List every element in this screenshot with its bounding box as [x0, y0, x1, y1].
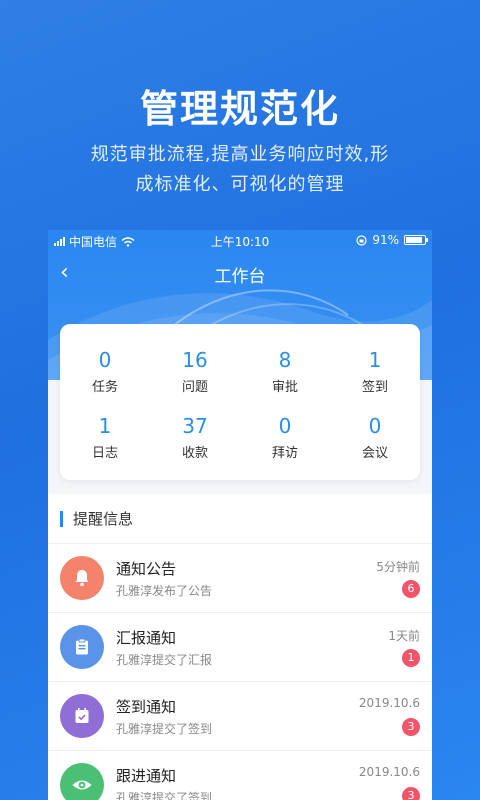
stat-value: 1	[98, 413, 112, 438]
rotation-lock-icon	[356, 234, 367, 246]
stat-label: 问题	[181, 379, 208, 395]
unread-badge: 3	[402, 718, 420, 736]
item-desc: 孔雅淳提交了签到	[116, 791, 213, 800]
item-title: 跟进通知	[116, 767, 177, 785]
nav-title: 工作台	[214, 267, 266, 287]
nav-bar: ‹ 工作台	[48, 256, 432, 290]
phone-screen: 中国电信 上午10:10 91% ‹ 工作台 0 任务 16 问题 8 审批 1…	[48, 230, 432, 800]
reminder-section: 提醒信息 通知公告 孔雅淳发布了公告 5分钟前 6 汇报通知 孔雅淳提交了汇报 …	[48, 494, 432, 800]
stat-checkins[interactable]: 1 签到	[330, 338, 420, 404]
stat-issues[interactable]: 16 问题	[150, 338, 240, 404]
hero-subtitle-line1: 规范审批流程,提高业务响应时效,形	[90, 144, 390, 165]
stat-label: 任务	[91, 379, 118, 395]
unread-badge: 1	[402, 649, 420, 667]
battery-icon	[404, 235, 428, 245]
stat-value: 0	[368, 413, 382, 438]
stat-label: 签到	[361, 379, 388, 395]
stat-value: 37	[182, 413, 208, 438]
stat-meetings[interactable]: 0 会议	[330, 404, 420, 470]
clipboard-icon	[76, 638, 88, 655]
item-icon-circle	[60, 625, 104, 669]
item-desc: 孔雅淳提交了汇报	[116, 653, 213, 667]
item-desc: 孔雅淳提交了签到	[116, 722, 213, 736]
list-item[interactable]: 汇报通知 孔雅淳提交了汇报 1天前 1	[48, 613, 432, 682]
stat-approvals[interactable]: 8 审批	[240, 338, 330, 404]
calendar-check-icon	[75, 708, 89, 723]
item-time: 1天前	[388, 629, 420, 643]
stat-value: 16	[182, 347, 208, 372]
stat-logs[interactable]: 1 日志	[60, 404, 150, 470]
stat-label: 会议	[361, 445, 388, 461]
section-title: 提醒信息	[73, 510, 134, 528]
hero-subtitle: 规范审批流程,提高业务响应时效,形 成标准化、可视化的管理	[60, 140, 420, 200]
stat-value: 0	[98, 347, 112, 372]
item-title: 汇报通知	[116, 629, 177, 647]
stat-tasks[interactable]: 0 任务	[60, 338, 150, 404]
bell-icon	[75, 570, 89, 587]
stat-label: 收款	[181, 445, 208, 461]
stat-value: 0	[278, 413, 292, 438]
eye-icon	[72, 780, 92, 790]
stat-value: 8	[278, 347, 292, 372]
unread-badge: 6	[402, 580, 420, 598]
stat-visits[interactable]: 0 拜访	[240, 404, 330, 470]
item-desc: 孔雅淳发布了公告	[116, 584, 213, 598]
stat-value: 1	[368, 347, 382, 372]
item-icon-circle	[60, 694, 104, 738]
hero-title: 管理规范化	[139, 87, 340, 131]
item-time: 2019.10.6	[358, 696, 420, 710]
stat-label: 日志	[91, 445, 118, 461]
item-title: 通知公告	[116, 560, 177, 578]
unread-badge: 3	[402, 787, 420, 800]
item-icon-circle	[60, 763, 104, 800]
list-item[interactable]: 跟进通知 孔雅淳提交了签到 2019.10.6 3	[48, 751, 432, 800]
battery-fill	[406, 237, 423, 243]
list-item[interactable]: 签到通知 孔雅淳提交了签到 2019.10.6 3	[48, 682, 432, 751]
stat-payments[interactable]: 37 收款	[150, 404, 240, 470]
stat-label: 审批	[271, 379, 298, 395]
status-bar: 中国电信 上午10:10 91%	[48, 230, 432, 252]
section-accent-bar	[60, 510, 63, 527]
item-title: 签到通知	[116, 698, 177, 716]
item-time: 2019.10.6	[358, 765, 420, 779]
section-header: 提醒信息	[48, 494, 432, 544]
stats-card: 0 任务 16 问题 8 审批 1 签到 1 日志 37 收款 0 拜访 0 会	[60, 324, 420, 480]
battery-percent: 91%	[372, 233, 399, 247]
stat-label: 拜访	[271, 445, 298, 461]
item-icon-circle	[60, 556, 104, 600]
item-time: 5分钟前	[376, 560, 420, 574]
list-item[interactable]: 通知公告 孔雅淳发布了公告 5分钟前 6	[48, 544, 432, 613]
hero-subtitle-line2: 成标准化、可视化的管理	[135, 174, 345, 195]
